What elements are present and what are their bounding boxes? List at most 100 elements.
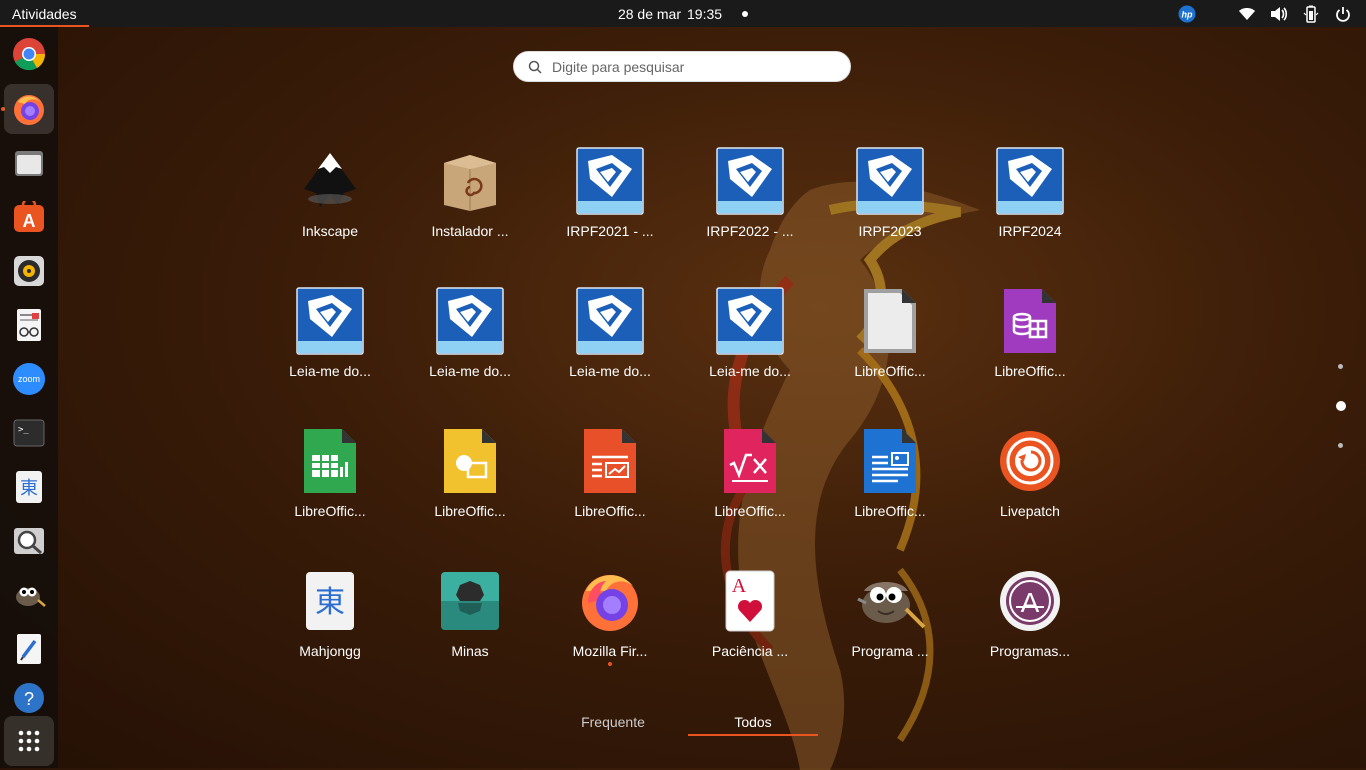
hp-logo-icon[interactable]: hp — [1178, 5, 1196, 23]
dock-item-image-viewer[interactable] — [4, 516, 54, 566]
dock-item-gimp[interactable] — [4, 570, 54, 620]
app-tile[interactable]: LibreOffic... — [830, 425, 950, 545]
firefox-icon — [574, 565, 646, 637]
battery-icon[interactable] — [1302, 5, 1320, 23]
app-label: LibreOffic... — [994, 363, 1066, 379]
page-dot-3[interactable] — [1338, 443, 1343, 448]
irpf-icon — [574, 145, 646, 217]
dock-item-firefox[interactable] — [4, 84, 54, 134]
app-tile[interactable]: Leia-me do... — [410, 285, 530, 405]
irpf-icon — [854, 145, 926, 217]
app-label: LibreOffic... — [714, 503, 786, 519]
terminal-icon: >_ — [13, 419, 45, 447]
app-label: IRPF2021 - ... — [566, 223, 654, 239]
app-tile[interactable]: LibreOffic... — [970, 285, 1090, 405]
app-label: Livepatch — [1000, 503, 1060, 519]
text-editor-icon — [17, 634, 41, 664]
app-tile[interactable]: Leia-me do... — [550, 285, 670, 405]
system-tray[interactable]: hp — [1178, 0, 1352, 27]
app-tile[interactable]: Leia-me do... — [690, 285, 810, 405]
dock-item-chrome[interactable] — [4, 29, 54, 79]
app-label: LibreOffic... — [854, 363, 926, 379]
page-dot-1[interactable] — [1338, 364, 1343, 369]
volume-icon[interactable] — [1270, 5, 1288, 23]
libreoffice-math-icon — [714, 425, 786, 497]
app-grid-icon — [18, 730, 40, 752]
svg-text:?: ? — [24, 689, 34, 709]
firefox-icon — [14, 95, 44, 125]
app-tile[interactable]: 東 Mahjongg — [270, 565, 390, 685]
app-tile[interactable]: Minas — [410, 565, 530, 685]
help-icon: ? — [14, 683, 44, 713]
app-label: Programas... — [989, 643, 1071, 659]
app-tile[interactable]: A Paciência ... — [690, 565, 810, 685]
dock-item-zoom[interactable]: zoom — [4, 354, 54, 404]
date-label: 28 de mar — [617, 5, 681, 22]
dock-item-help[interactable]: ? — [4, 678, 54, 714]
dock-item-app-center[interactable]: A — [4, 192, 54, 242]
app-label: Instalador ... — [431, 223, 509, 239]
irpf-icon — [994, 145, 1066, 217]
svg-text:A: A — [23, 211, 36, 231]
app-tile[interactable]: Instalador ... — [410, 145, 530, 265]
search-box[interactable] — [513, 51, 851, 82]
mines-icon — [434, 565, 506, 637]
app-tile[interactable]: Inkscape — [270, 145, 390, 265]
app-label: LibreOffic... — [434, 503, 506, 519]
app-label: IRPF2022 - ... — [706, 223, 794, 239]
magnifier-icon — [14, 528, 44, 555]
app-label: Leia-me do... — [709, 363, 791, 379]
power-icon[interactable] — [1334, 5, 1352, 23]
time-label: 19:35 — [687, 5, 723, 22]
top-bar: Atividades 28 de mar 19:35 hp — [0, 0, 1366, 27]
dock-item-rhythmbox[interactable] — [4, 246, 54, 296]
chrome-icon — [13, 38, 46, 71]
app-tile[interactable]: IRPF2021 - ... — [550, 145, 670, 265]
app-center-icon: A — [14, 201, 44, 232]
page-dot-2-current[interactable] — [1336, 401, 1346, 411]
app-tile[interactable]: LibreOffic... — [830, 285, 950, 405]
irpf-icon — [714, 145, 786, 217]
app-tile[interactable]: IRPF2022 - ... — [690, 145, 810, 265]
libreoffice-impress-icon — [574, 425, 646, 497]
libreoffice-calc-icon — [294, 425, 366, 497]
app-tile[interactable]: Programa ... — [830, 565, 950, 685]
tab-all[interactable]: Todos — [688, 710, 818, 736]
app-label: Minas — [451, 643, 489, 659]
wifi-icon[interactable] — [1238, 5, 1256, 23]
app-label: Programa ... — [851, 643, 929, 659]
zoom-icon: zoom — [13, 363, 45, 395]
dock-item-text-editor[interactable] — [4, 624, 54, 674]
search-input[interactable] — [550, 57, 834, 76]
libreoffice-writer-icon — [854, 425, 926, 497]
mahjongg-icon: 東 — [294, 565, 366, 637]
solitaire-icon: A — [714, 565, 786, 637]
app-tile[interactable]: LibreOffic... — [410, 425, 530, 545]
dock-item-files[interactable] — [4, 138, 54, 188]
clock-button[interactable]: 28 de mar 19:35 — [0, 0, 1366, 27]
app-tile[interactable]: Mozilla Fir... — [550, 565, 670, 685]
app-label: LibreOffic... — [854, 503, 926, 519]
app-tile[interactable]: IRPF2023 — [830, 145, 950, 265]
dock-item-terminal[interactable]: >_ — [4, 408, 54, 458]
livepatch-icon — [994, 425, 1066, 497]
app-tile[interactable]: Leia-me do... — [270, 285, 390, 405]
show-applications-button[interactable] — [4, 716, 54, 766]
dock: A zoom >_ 東 ? — [0, 27, 58, 768]
app-label: Leia-me do... — [569, 363, 651, 379]
app-label: Leia-me do... — [429, 363, 511, 379]
app-tile[interactable]: LibreOffic... — [550, 425, 670, 545]
svg-text:東: 東 — [315, 585, 345, 620]
tab-frequent[interactable]: Frequente — [563, 710, 663, 734]
app-tile[interactable]: Livepatch — [970, 425, 1090, 545]
dock-item-document-viewer[interactable] — [4, 300, 54, 350]
app-tile[interactable]: LibreOffic... — [690, 425, 810, 545]
app-tile[interactable]: A Programas... — [970, 565, 1090, 685]
libreoffice-draw-icon — [434, 425, 506, 497]
app-tile[interactable]: LibreOffic... — [270, 425, 390, 545]
app-center-icon: A — [994, 565, 1066, 637]
app-tile[interactable]: IRPF2024 — [970, 145, 1090, 265]
files-icon — [15, 151, 43, 176]
gimp-icon — [16, 587, 46, 607]
dock-item-mahjongg[interactable]: 東 — [4, 462, 54, 512]
